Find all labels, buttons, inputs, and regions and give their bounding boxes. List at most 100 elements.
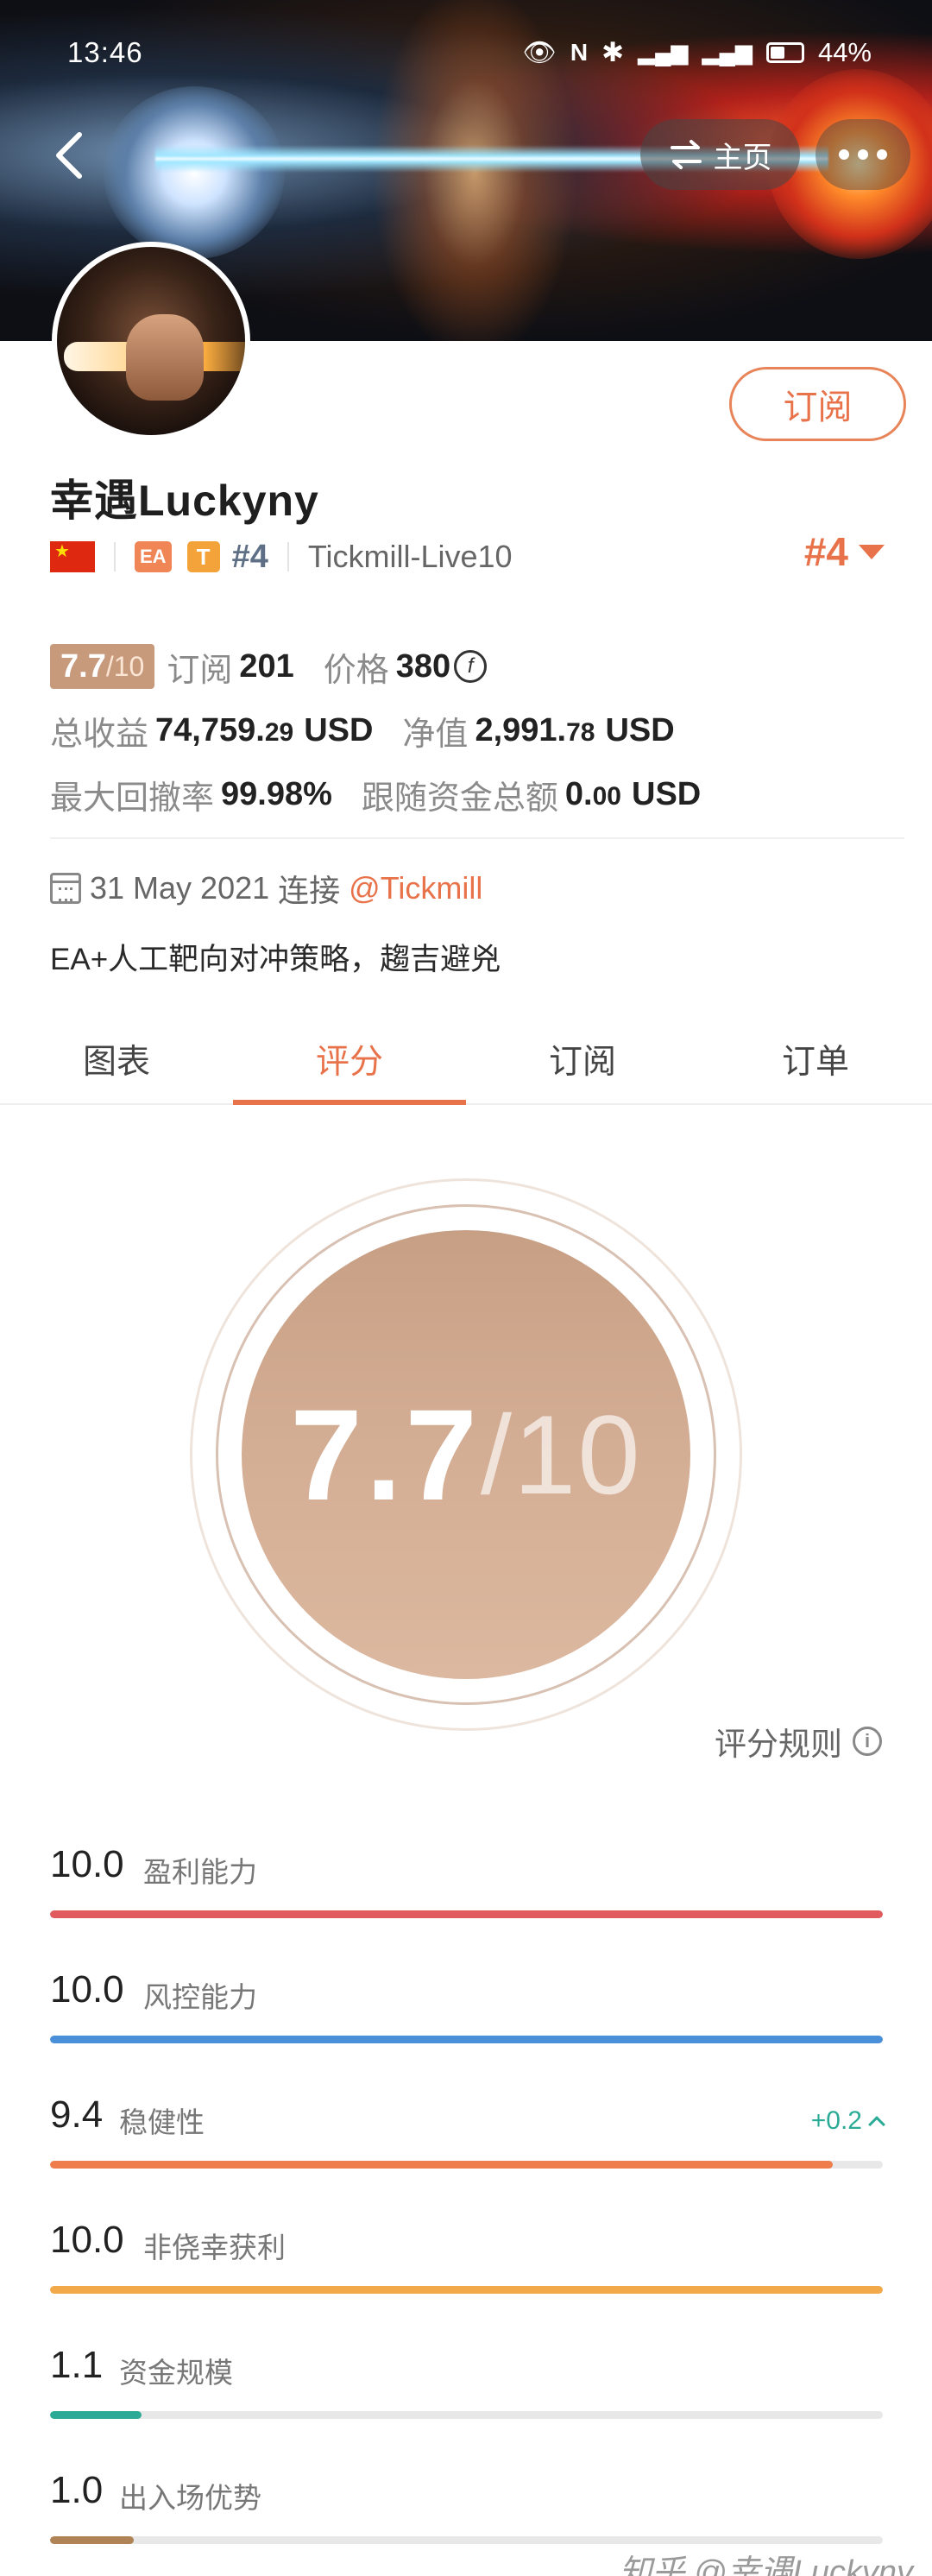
home-switch-button[interactable]: 主页 <box>640 119 800 190</box>
equity-value: 2,991.78 <box>475 712 595 749</box>
chevron-up-icon <box>868 2116 885 2133</box>
stat-line-score: 7.7 /10 订阅 201 价格 380 f <box>50 635 887 698</box>
subscribers-label: 订阅 <box>167 652 233 689</box>
more-dot-icon <box>877 149 887 160</box>
nfc-icon: N <box>570 38 589 66</box>
equity-integer: 2,991. <box>475 711 567 748</box>
metric-label: 风控能力 <box>143 1981 257 2013</box>
tab-chart[interactable]: 图表 <box>0 1014 233 1103</box>
more-dot-icon <box>839 149 849 160</box>
join-date: 31 May 2021 <box>90 870 270 906</box>
more-dot-icon <box>858 149 868 160</box>
price-value: 380 <box>395 647 451 685</box>
rating-denominator: /10 <box>480 1392 642 1518</box>
metric-value: 10.0 <box>50 1968 124 2011</box>
metric-list: 10.0 盈利能力 10.0 风控能力 9.4 稳健性 +0.2 10.0 非侥… <box>50 1830 885 2576</box>
metric-label: 盈利能力 <box>143 1856 257 1888</box>
rating-rules-label: 评分规则 <box>715 1727 842 1762</box>
caret-down-icon <box>859 544 885 559</box>
metric-bar-fill <box>50 2411 142 2419</box>
banner-orb-left <box>104 86 285 259</box>
server-name: Tickmill-Live10 <box>307 539 513 574</box>
metric-bar-track <box>50 2411 883 2419</box>
eye-icon: 👁 <box>522 37 557 67</box>
equity-label: 净值 <box>402 716 469 753</box>
tab-subscription[interactable]: 订阅 <box>466 1014 699 1103</box>
metric-bar-fill <box>50 1910 883 1918</box>
equity-unit: USD <box>605 711 675 748</box>
metric-delta-value: +0.2 <box>810 2106 862 2135</box>
metric-bar-fill <box>50 2161 834 2169</box>
more-menu-button[interactable] <box>816 119 910 190</box>
score-badge-value: 7.7 <box>60 647 106 685</box>
section-divider <box>50 837 904 839</box>
status-bar: 13:46 👁 N ✱ ▂▄▆ ▂▄▆ 44% <box>0 0 932 104</box>
china-flag-icon <box>50 540 95 572</box>
swap-arrows-icon <box>670 140 702 169</box>
back-button[interactable] <box>35 121 104 190</box>
metric-bar-fill <box>50 2036 883 2043</box>
metric-bar-fill <box>50 2286 883 2294</box>
metric-value: 9.4 <box>50 2093 104 2136</box>
metric-non-luck-profit: 10.0 非侥幸获利 <box>50 2206 883 2331</box>
home-label: 主页 <box>713 141 772 174</box>
follow-funds-value: 0.00 <box>565 776 621 813</box>
price-label: 价格 <box>323 652 389 689</box>
avatar-hand-graphic <box>126 314 204 401</box>
rank-label: #4 <box>231 538 268 575</box>
total-profit-label: 总收益 <box>50 716 149 753</box>
metric-fund-scale: 1.1 资金规模 <box>50 2331 883 2456</box>
rating-score: 7.7 <box>290 1381 481 1527</box>
t-badge: T <box>186 541 220 572</box>
follow-funds-integer: 0. <box>564 775 593 812</box>
score-badge: 7.7 /10 <box>50 644 155 689</box>
metric-value: 1.0 <box>50 2469 104 2511</box>
metric-value: 1.1 <box>50 2344 104 2386</box>
signal-icon: ▂▄▆ <box>638 39 689 65</box>
metric-profitability: 10.0 盈利能力 <box>50 1830 883 1955</box>
broker-link[interactable]: @Tickmill <box>349 870 482 906</box>
metric-label: 资金规模 <box>119 2357 233 2389</box>
subscribers-value: 201 <box>239 647 294 685</box>
metric-bar-track <box>50 2036 883 2043</box>
bluetooth-icon: ✱ <box>601 36 625 67</box>
calendar-icon <box>50 873 81 904</box>
rank-dropdown-label: #4 <box>803 529 848 574</box>
max-drawdown-label: 最大回撤率 <box>50 780 215 817</box>
metric-bar-track <box>50 2161 883 2169</box>
total-profit-value: 74,759.29 <box>155 712 293 749</box>
stat-line-drawdown: 最大回撤率 99.98% 跟随资金总额 0.00 USD <box>50 762 887 826</box>
watermark: 知乎 @幸遇Luckyny <box>619 2554 913 2576</box>
join-info: 31 May 2021 连接 @Tickmill <box>50 866 482 911</box>
avatar[interactable] <box>52 242 250 440</box>
follow-funds-decimal: 00 <box>592 781 621 811</box>
metric-value: 10.0 <box>50 2219 124 2261</box>
follow-funds-unit: USD <box>632 775 702 812</box>
metric-stability: 9.4 稳健性 +0.2 <box>50 2080 885 2206</box>
follow-funds-label: 跟随资金总额 <box>361 780 558 817</box>
total-profit-decimal: 29 <box>264 717 294 747</box>
total-profit-integer: 74,759. <box>155 711 265 748</box>
score-disc: 7.7 /10 <box>242 1230 690 1679</box>
status-icons: 👁 N ✱ ▂▄▆ ▂▄▆ 44% <box>523 36 872 68</box>
metric-value: 10.0 <box>50 1843 124 1885</box>
subscribe-button[interactable]: 订阅 <box>729 367 906 441</box>
connect-label: 连接 <box>278 873 341 908</box>
status-time: 13:46 <box>67 36 143 68</box>
max-drawdown-value: 99.98% <box>221 775 332 812</box>
battery-percent: 44% <box>817 36 872 67</box>
tab-orders[interactable]: 订单 <box>699 1014 932 1103</box>
metric-bar-track <box>50 2286 883 2294</box>
metric-label: 稳健性 <box>119 2106 205 2138</box>
metric-bar-track <box>50 2536 883 2544</box>
metric-delta: +0.2 <box>810 2106 885 2136</box>
rank-dropdown[interactable]: #4 <box>804 528 885 575</box>
strategy-description: EA+人工靶向对冲策略，趨吉避兇 <box>50 943 501 976</box>
metric-bar-track <box>50 1910 883 1918</box>
metric-risk-control: 10.0 风控能力 <box>50 1955 883 2080</box>
tab-rating[interactable]: 评分 <box>233 1014 466 1105</box>
rating-rules-link[interactable]: 评分规则 i <box>715 1718 882 1765</box>
metric-label: 非侥幸获利 <box>143 2232 286 2263</box>
metric-bar-fill <box>50 2536 134 2544</box>
signal-2-icon: ▂▄▆ <box>702 39 753 65</box>
